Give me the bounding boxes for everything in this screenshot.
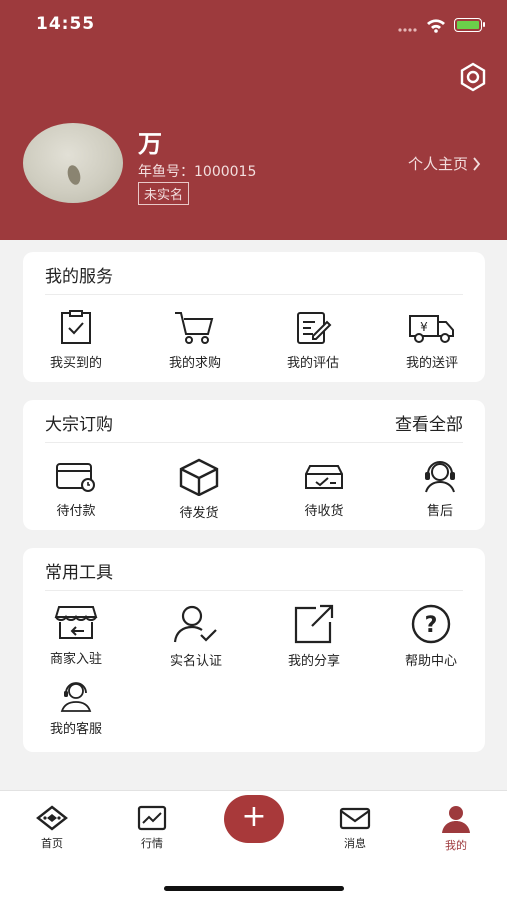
homepage-link[interactable]: 个人主页 xyxy=(408,153,481,174)
my-services-title: 我的服务 xyxy=(45,267,113,287)
bottom-tab-bar: 首页 行情 + 消息 我的 xyxy=(0,790,507,901)
tab-market[interactable]: 行情 xyxy=(122,805,182,851)
divider xyxy=(45,442,463,443)
inbox-tray-icon xyxy=(305,465,343,489)
mail-icon xyxy=(339,807,371,830)
tools-card: 常用工具 商家入驻 实名认证 我的分享 ? 帮助中心 我的客服 xyxy=(23,548,485,752)
order-item-pending-shipment[interactable]: 待发货 xyxy=(144,458,254,521)
tab-messages[interactable]: 消息 xyxy=(325,805,385,851)
service-item-label: 我的评估 xyxy=(286,356,339,371)
tool-item-customer-service[interactable]: 我的客服 xyxy=(21,680,131,737)
tool-item-help[interactable]: ? 帮助中心 xyxy=(376,604,486,669)
market-chart-icon xyxy=(137,805,167,831)
service-item-label: 我的求购 xyxy=(168,356,221,371)
order-item-pending-payment[interactable]: 待付款 xyxy=(21,458,131,519)
order-item-pending-receipt[interactable]: 待收货 xyxy=(269,458,379,519)
service-item-sent[interactable]: ¥ 我的送评 xyxy=(377,310,487,371)
tool-item-label: 我的分享 xyxy=(287,654,340,669)
customer-service-icon xyxy=(60,682,92,712)
publish-plus-button[interactable]: + xyxy=(224,795,284,843)
tool-item-label: 实名认证 xyxy=(169,654,222,669)
tab-label: 我的 xyxy=(445,839,467,852)
tool-item-real-name[interactable]: 实名认证 xyxy=(141,604,251,669)
tool-item-label: 商家入驻 xyxy=(49,652,102,667)
user-name: 万 xyxy=(138,130,162,158)
order-item-label: 待付款 xyxy=(56,504,96,519)
homepage-link-label: 个人主页 xyxy=(407,155,468,173)
service-item-label: 我买到的 xyxy=(49,356,102,371)
tab-label: 行情 xyxy=(141,837,163,850)
tools-title: 常用工具 xyxy=(45,563,113,583)
user-verify-icon xyxy=(173,605,217,643)
tool-item-merchant[interactable]: 商家入驻 xyxy=(21,604,131,667)
tool-item-label: 我的客服 xyxy=(49,722,102,737)
share-export-icon xyxy=(294,604,334,644)
user-id: 年鱼号：1000015 xyxy=(138,164,257,180)
wifi-icon xyxy=(427,19,445,33)
order-item-label: 待收货 xyxy=(304,504,344,519)
plus-icon: + xyxy=(241,799,267,834)
shop-store-icon xyxy=(54,606,98,639)
profile-header: 14:55 万 年鱼号：1000015 未实名 个人主页 xyxy=(0,0,507,240)
headset-agent-icon xyxy=(425,461,455,493)
svg-text:?: ? xyxy=(425,613,438,638)
verify-badge[interactable]: 未实名 xyxy=(138,182,190,205)
bulk-orders-title: 大宗订购 xyxy=(45,415,113,435)
status-time: 14:55 xyxy=(36,14,96,34)
tab-home[interactable]: 首页 xyxy=(22,805,82,851)
tab-mine[interactable]: 我的 xyxy=(426,805,486,853)
tab-label: 首页 xyxy=(41,837,63,850)
help-question-icon: ? xyxy=(411,604,451,644)
service-item-wanted[interactable]: 我的求购 xyxy=(140,310,250,371)
battery-icon xyxy=(454,18,485,32)
shopping-cart-icon xyxy=(175,312,214,344)
chevron-right-icon xyxy=(473,156,481,171)
home-icon xyxy=(36,805,68,831)
service-item-label: 我的送评 xyxy=(405,356,458,371)
status-bar: 14:55 xyxy=(0,0,507,50)
my-services-card: 我的服务 我买到的 我的求购 我的评估 ¥ 我的送评 xyxy=(23,252,485,382)
divider xyxy=(45,590,463,591)
order-item-label: 待发货 xyxy=(179,506,219,521)
tool-item-label: 帮助中心 xyxy=(404,654,457,669)
signal-icon xyxy=(398,28,417,32)
order-item-after-sales[interactable]: 售后 xyxy=(385,458,495,519)
service-item-purchased[interactable]: 我买到的 xyxy=(21,310,131,371)
avatar[interactable] xyxy=(23,123,123,203)
tab-label: 消息 xyxy=(344,837,366,850)
order-item-label: 售后 xyxy=(426,504,453,519)
clipboard-check-icon xyxy=(61,310,91,344)
edit-document-icon xyxy=(297,312,332,344)
package-box-icon xyxy=(179,458,219,496)
service-item-appraisal[interactable]: 我的评估 xyxy=(258,310,368,371)
tool-item-share[interactable]: 我的分享 xyxy=(259,604,369,669)
divider xyxy=(45,294,463,295)
view-all-link[interactable]: 查看全部 xyxy=(395,410,463,435)
person-icon xyxy=(442,806,470,833)
home-indicator xyxy=(164,886,344,891)
bulk-orders-card: 大宗订购 查看全部 待付款 待发货 待收货 售后 xyxy=(23,400,485,530)
svg-text:¥: ¥ xyxy=(420,320,428,334)
settings-gear-icon[interactable] xyxy=(458,62,488,92)
wallet-card-icon xyxy=(56,463,95,492)
delivery-truck-icon: ¥ xyxy=(409,315,454,343)
